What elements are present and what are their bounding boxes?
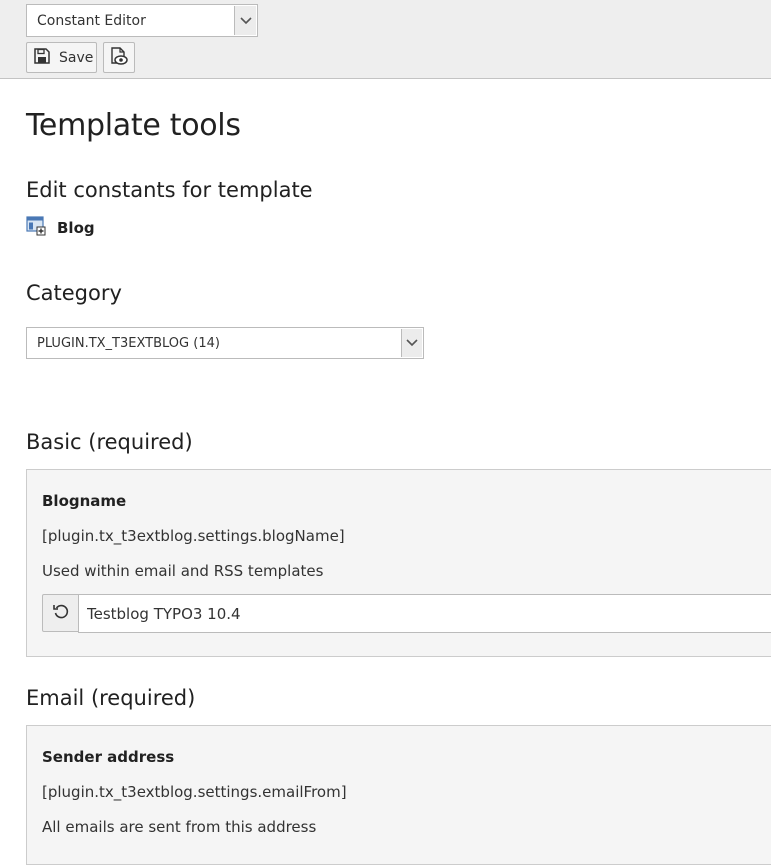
category-select-value: PLUGIN.TX_T3EXTBLOG (14) xyxy=(37,336,220,351)
category-select[interactable]: PLUGIN.TX_T3EXTBLOG (14) xyxy=(26,327,424,359)
field-title: Sender address xyxy=(42,748,175,766)
template-record: Blog xyxy=(26,216,95,240)
module-function-select-value: Constant Editor xyxy=(37,13,146,29)
reset-button[interactable] xyxy=(42,594,79,632)
section-heading-basic: Basic (required) xyxy=(26,430,193,454)
view-page-button[interactable] xyxy=(103,42,135,73)
chevron-down-icon[interactable] xyxy=(234,6,256,35)
field-key: [plugin.tx_t3extblog.settings.emailFrom] xyxy=(42,783,347,801)
docheader: Constant Editor Save xyxy=(0,0,771,79)
blogname-input-group xyxy=(42,594,771,634)
blogname-input[interactable] xyxy=(78,594,771,633)
template-icon xyxy=(26,216,46,240)
save-icon xyxy=(33,47,51,69)
constant-panel-email: Sender address [plugin.tx_t3extblog.sett… xyxy=(26,725,771,865)
template-name: Blog xyxy=(57,219,95,237)
field-title: Blogname xyxy=(42,492,127,510)
page-title: Template tools xyxy=(26,108,241,143)
category-heading: Category xyxy=(26,281,122,305)
field-description: All emails are sent from this address xyxy=(42,818,317,836)
save-button[interactable]: Save xyxy=(26,42,97,73)
chevron-down-icon[interactable] xyxy=(401,329,422,357)
undo-icon xyxy=(52,602,70,624)
field-key: [plugin.tx_t3extblog.settings.blogName] xyxy=(42,527,345,545)
field-description: Used within email and RSS templates xyxy=(42,562,324,580)
document-view-icon xyxy=(109,46,129,70)
edit-constants-heading: Edit constants for template xyxy=(26,178,313,202)
module-function-select[interactable]: Constant Editor xyxy=(26,4,258,37)
constant-panel-basic: Blogname [plugin.tx_t3extblog.settings.b… xyxy=(26,469,771,657)
section-heading-email: Email (required) xyxy=(26,686,196,710)
save-button-label: Save xyxy=(59,49,94,66)
